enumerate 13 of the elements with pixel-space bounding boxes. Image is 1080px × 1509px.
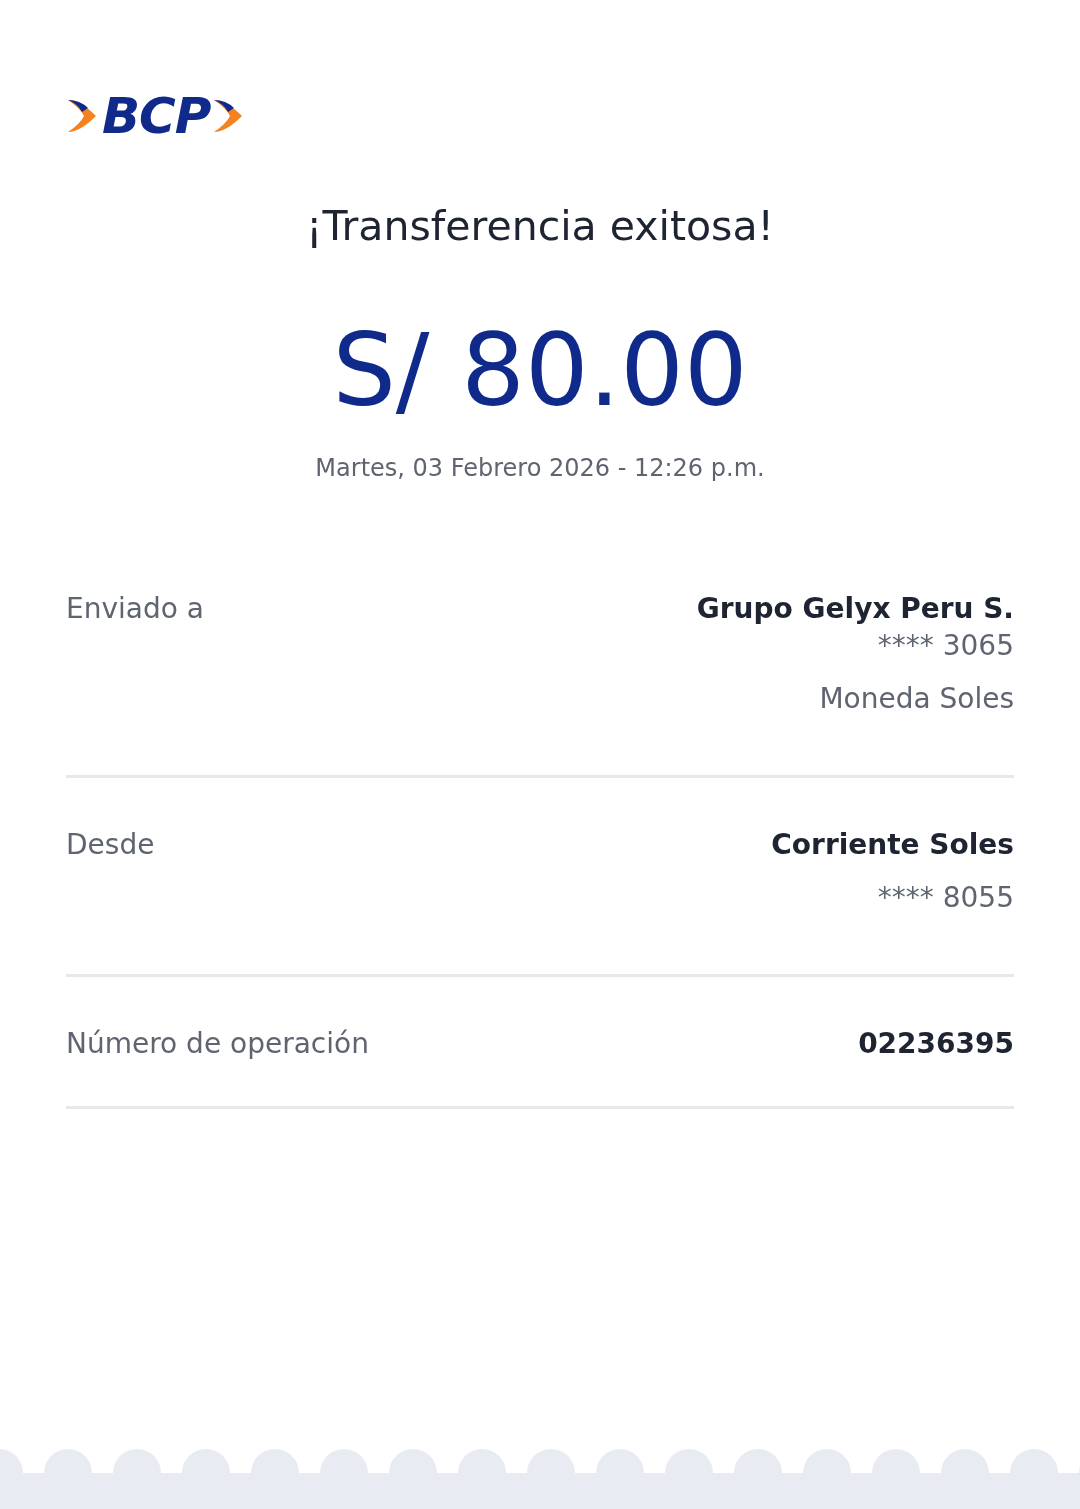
detail-value: Corriente Soles xyxy=(771,828,1014,861)
date-time: Martes, 03 Febrero 2026 - 12:26 p.m. xyxy=(315,454,765,482)
detail-label: Desde xyxy=(66,828,155,861)
detail-value: Moneda Soles xyxy=(819,682,1014,715)
bank-logo: BCP xyxy=(102,91,211,141)
detail-value: 02236395 xyxy=(858,1027,1014,1060)
detail-value: **** 3065 xyxy=(877,629,1014,662)
success-title: ¡Transferencia exitosa! xyxy=(306,202,774,250)
amount: S/ 80.00 xyxy=(332,316,748,426)
detail-label: Número de operación xyxy=(66,1027,369,1060)
detail-value: **** 8055 xyxy=(877,881,1014,914)
detail-label: Enviado a xyxy=(66,592,204,625)
detail-value: Grupo Gelyx Peru S. xyxy=(696,592,1014,625)
